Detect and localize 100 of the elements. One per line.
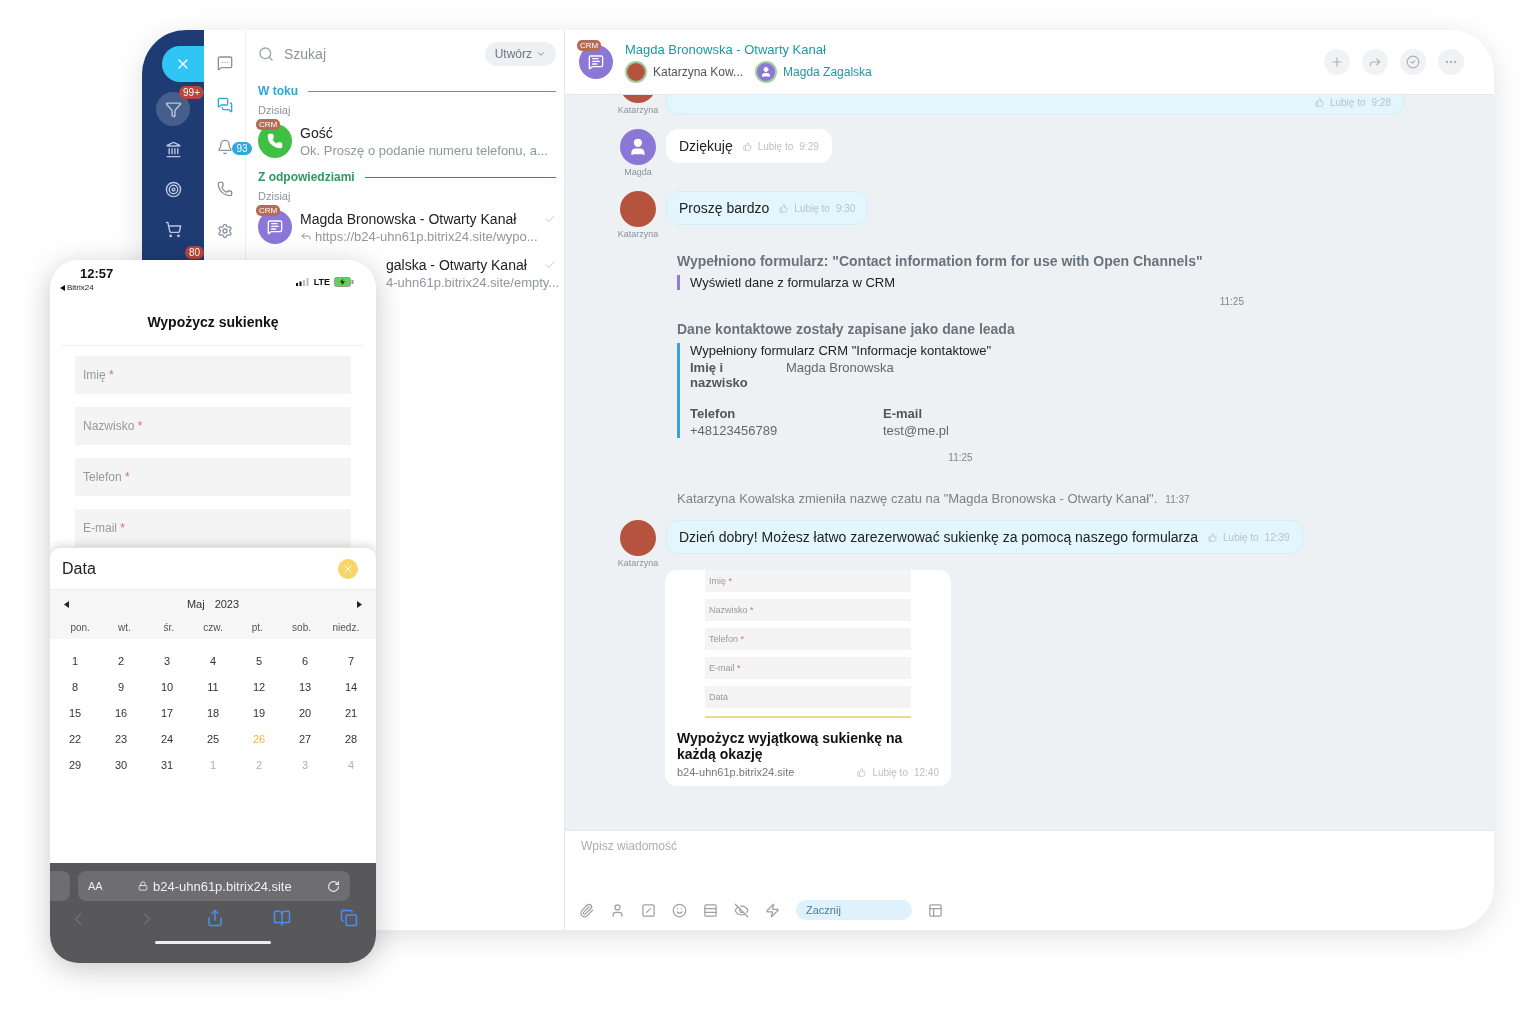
message-preview: https://b24-uhn61p.bitrix24.site/wypo... bbox=[300, 228, 556, 244]
chat-title: Magda Bronowska - Otwarty Kanał bbox=[625, 41, 827, 57]
user-icon[interactable] bbox=[610, 902, 625, 918]
weekday-label: pt. bbox=[251, 622, 263, 633]
search-icon bbox=[258, 46, 274, 62]
calendar-day[interactable]: 2 bbox=[117, 655, 125, 667]
calendar-day[interactable]: 8 bbox=[71, 681, 79, 693]
chat-member[interactable]: Magda Zagalska bbox=[755, 60, 872, 83]
close-button[interactable] bbox=[162, 46, 204, 82]
calendar-day[interactable]: 22 bbox=[68, 733, 82, 745]
lead-saved-title: Dane kontaktowe zostały zapisane jako dane leada bbox=[677, 321, 1016, 337]
calendar-day[interactable]: 7 bbox=[347, 655, 355, 667]
calendar-day[interactable]: 14 bbox=[344, 681, 358, 693]
rename-notice: Katarzyna Kowalska zmieniła nazwę czatu na "Magda Bronowska - Otwarty Kanał". bbox=[677, 491, 1158, 506]
sheet-title: Data bbox=[62, 559, 96, 578]
form-field: Telefon * bbox=[705, 628, 911, 650]
section-title: W toku bbox=[258, 84, 298, 98]
form-field: Data bbox=[705, 686, 911, 708]
message-time: 12:40 bbox=[913, 766, 939, 778]
phone-icon bbox=[216, 181, 233, 197]
calendar-day[interactable]: 18 bbox=[206, 707, 220, 719]
weekday-label: sob. bbox=[292, 622, 311, 633]
calendar-day[interactable]: 10 bbox=[160, 681, 174, 693]
field-label: Telefon bbox=[690, 406, 737, 421]
message-time: 9:29 bbox=[799, 140, 819, 152]
chat-icon bbox=[216, 55, 233, 71]
count-badge: 93 bbox=[232, 142, 252, 155]
calendar-day[interactable]: 25 bbox=[206, 733, 220, 745]
address-bar[interactable]: AA b24-uhn61p.bitrix24.site bbox=[78, 871, 350, 901]
check-circle-icon bbox=[1406, 55, 1420, 69]
message-preview: 4-uhn61p.bitrix24.site/empty... bbox=[386, 274, 556, 290]
calendar-day[interactable]: 31 bbox=[160, 759, 174, 771]
field-value: Magda Bronowska bbox=[786, 360, 894, 377]
window-icon[interactable] bbox=[928, 902, 943, 918]
form-heading: Wypełniony formularz CRM "Informacje kontaktowe" bbox=[690, 343, 992, 358]
calendar-day[interactable]: 5 bbox=[255, 655, 263, 667]
calendar-day[interactable]: 30 bbox=[114, 759, 128, 771]
calendar-day[interactable]: 13 bbox=[298, 681, 312, 693]
calendar-day[interactable]: 20 bbox=[298, 707, 312, 719]
form-icon[interactable] bbox=[703, 902, 718, 918]
plus-icon bbox=[1330, 55, 1344, 69]
preview-title: Wypożycz wyjątkową sukienkę na każdą okazję bbox=[677, 730, 904, 762]
section-title: Z odpowiedziami bbox=[258, 170, 355, 184]
calendar-day[interactable]: 28 bbox=[344, 733, 358, 745]
crm-form-link[interactable]: Wyświetl dane z formularza w CRM bbox=[690, 275, 1244, 290]
openlines-icon bbox=[216, 97, 233, 113]
calendar-day[interactable]: 1 bbox=[71, 655, 79, 667]
calendar-day[interactable]: 23 bbox=[114, 733, 128, 745]
status-time: 12:57 bbox=[79, 266, 114, 281]
start-button[interactable]: Zacznij bbox=[796, 900, 912, 920]
book-icon bbox=[273, 909, 291, 927]
date-label: Dzisiaj bbox=[258, 190, 292, 202]
attach-icon[interactable] bbox=[579, 902, 594, 918]
message-time: 11:25 bbox=[1219, 296, 1244, 307]
calendar-day[interactable]: 15 bbox=[68, 707, 82, 719]
calendar-day[interactable]: 16 bbox=[114, 707, 128, 719]
chat-list-item[interactable]: galska - Otwarty Kanał 4-uhn61p.bitrix24.site/empty... bbox=[386, 256, 556, 290]
previous-month-button[interactable] bbox=[64, 600, 69, 608]
next-month-button[interactable] bbox=[357, 600, 362, 608]
chat-list-item[interactable]: CRM Gość Ok. Proszę o podanie numeru telefonu, a... bbox=[258, 118, 556, 164]
forward-button[interactable] bbox=[1362, 49, 1388, 75]
finish-button[interactable] bbox=[1400, 49, 1426, 75]
calendar-day[interactable]: 29 bbox=[68, 759, 82, 771]
message-bubble: Dziękuję Lubię to 9:29 bbox=[666, 129, 832, 163]
calendar-day[interactable]: 3 bbox=[163, 655, 171, 667]
calendar-day[interactable]: 27 bbox=[298, 733, 312, 745]
speech-bubble-avatar bbox=[579, 45, 613, 79]
share-button[interactable] bbox=[206, 909, 224, 929]
tab-preview[interactable] bbox=[50, 871, 70, 901]
tabs-button[interactable] bbox=[340, 909, 358, 929]
calendar-day[interactable]: 12 bbox=[252, 681, 266, 693]
share-icon bbox=[206, 909, 224, 927]
calendar-day[interactable]: 11 bbox=[207, 681, 219, 693]
settings-icon bbox=[216, 223, 233, 239]
text-size-button[interactable]: AA bbox=[88, 880, 103, 892]
calendar-day[interactable]: 19 bbox=[252, 707, 266, 719]
calendar-day[interactable]: 6 bbox=[301, 655, 309, 667]
create-button[interactable]: Utwórz bbox=[484, 42, 556, 66]
form-field: E-mail * bbox=[705, 657, 911, 679]
emoji-icon[interactable] bbox=[672, 902, 687, 918]
right-triangle-icon bbox=[357, 600, 362, 608]
link-preview-card[interactable]: Imię * Nazwisko * Telefon * E-mail * Data Wypożycz wyjątkową sukienkę na każdą okazję b24-uhn61p.bitrix24.site Lubię to 12:40 bbox=[665, 570, 951, 786]
chat-member[interactable]: Katarzyna Kow... bbox=[625, 60, 744, 83]
calendar-day[interactable]: 24 bbox=[160, 733, 174, 745]
calendar-day[interactable]: 21 bbox=[344, 707, 358, 719]
hidden-icon[interactable] bbox=[734, 902, 749, 918]
back-app-link[interactable]: Bitrix24 bbox=[67, 283, 94, 292]
chat-name: Gość bbox=[300, 124, 333, 141]
lightning-icon[interactable] bbox=[765, 902, 780, 918]
calendar-day[interactable]: 17 bbox=[160, 707, 174, 719]
reload-icon[interactable] bbox=[327, 879, 340, 893]
calendar-day[interactable]: 4 bbox=[209, 655, 217, 667]
add-button[interactable] bbox=[1324, 49, 1350, 75]
crm-badge: CRM bbox=[256, 119, 281, 130]
field-value: test@me.pl bbox=[883, 423, 950, 438]
calendar-day[interactable]: 9 bbox=[117, 681, 125, 693]
month-label: Maj bbox=[186, 598, 205, 610]
chat-list-item[interactable]: CRM Magda Bronowska - Otwarty Kanał https://b24-uhn61p.bitrix24.site/wypo... bbox=[258, 204, 556, 250]
form-field: Imię * bbox=[705, 570, 911, 592]
preview-site: b24-uhn61p.bitrix24.site bbox=[677, 766, 795, 778]
